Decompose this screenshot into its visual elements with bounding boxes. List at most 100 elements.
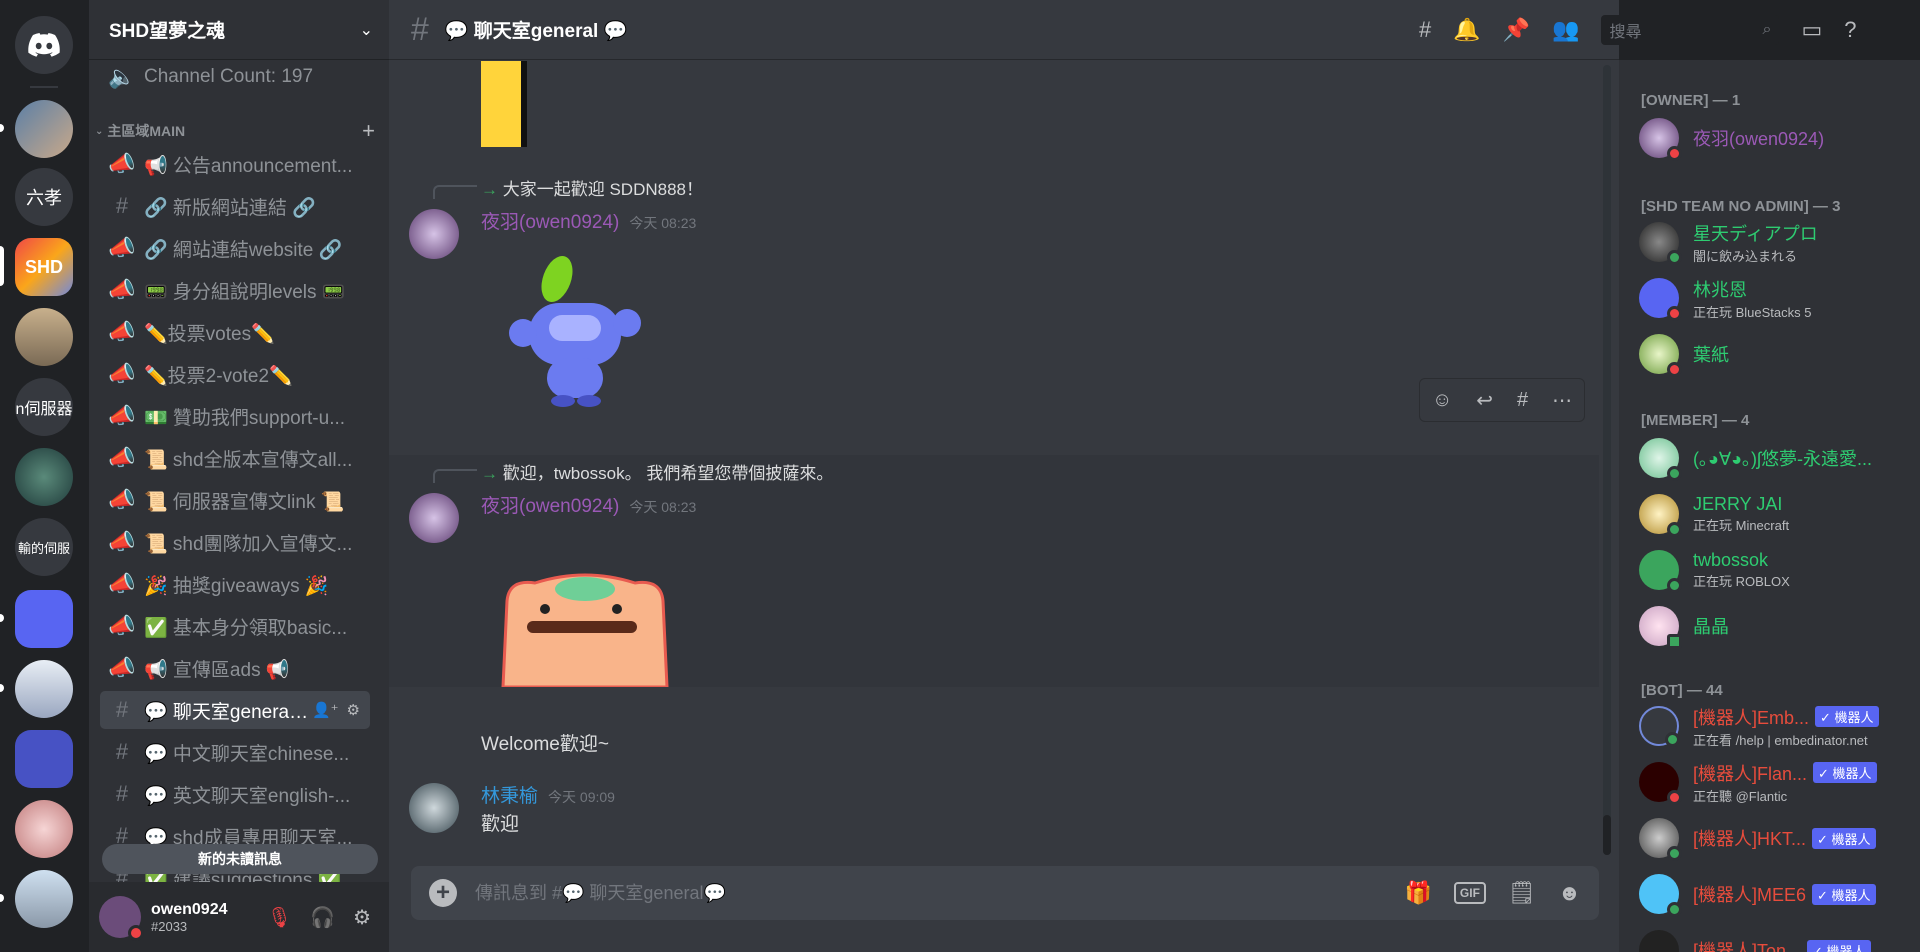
discord-home-button[interactable] bbox=[15, 16, 73, 74]
server-icon[interactable] bbox=[15, 660, 73, 718]
avatar bbox=[1639, 438, 1682, 481]
channel-item[interactable]: 📣 📜 shd全版本宣傳文all... bbox=[100, 439, 370, 477]
channel-item[interactable]: # 💬 英文聊天室english-... bbox=[100, 775, 370, 813]
channel-count-voice[interactable]: 🔈 Channel Count: 197 bbox=[100, 60, 370, 96]
channel-item[interactable]: # 🔗 新版網站連結 🔗 bbox=[100, 187, 370, 225]
announcement-icon: 📣 bbox=[108, 571, 136, 596]
server-icon[interactable]: 輸的伺服 bbox=[15, 518, 73, 576]
message-author[interactable]: 夜羽(owen0924) bbox=[481, 207, 619, 234]
chevron-icon: ⌄ bbox=[95, 125, 104, 137]
server-icon[interactable] bbox=[15, 800, 73, 858]
member-item[interactable]: [機器人]Ton... ✓ 機器人 bbox=[1639, 926, 1909, 952]
member-item[interactable]: 林兆恩 正在玩 BlueStacks 5 bbox=[1639, 274, 1909, 322]
channel-item[interactable]: 📣 📟 身分組說明levels 📟 bbox=[100, 271, 370, 309]
member-item[interactable]: 葉紙 bbox=[1639, 330, 1909, 378]
scrollbar-thumb[interactable] bbox=[1603, 815, 1611, 855]
help-icon[interactable]: ? bbox=[1844, 17, 1856, 43]
headphones-icon[interactable]: 🎧 bbox=[310, 905, 335, 930]
message-timestamp: 今天 09:09 bbox=[548, 789, 615, 805]
channel-item[interactable]: 📣 🎉 抽獎giveaways 🎉 bbox=[100, 565, 370, 603]
server-icon-shd[interactable]: SHD bbox=[15, 238, 73, 296]
channel-item[interactable]: 📣 📜 shd團隊加入宣傳文... bbox=[100, 523, 370, 561]
avatar[interactable] bbox=[409, 493, 459, 543]
sticker-peach bbox=[499, 571, 671, 689]
avatar bbox=[1639, 278, 1682, 321]
bell-icon[interactable]: 🔔 bbox=[1453, 17, 1480, 43]
inbox-icon[interactable]: ▭ bbox=[1801, 17, 1822, 43]
channel-item[interactable]: 📣 ✏️投票votes✏️ bbox=[100, 313, 370, 351]
channel-item-selected[interactable]: # 💬 聊天室general 💬 👤⁺ ⚙ bbox=[100, 691, 370, 729]
server-icon[interactable]: 六孝 bbox=[15, 168, 73, 226]
message-text: Welcome歡迎~ bbox=[481, 734, 609, 755]
member-item[interactable]: (｡◕∀◕｡)ʃ悠夢-永遠愛... bbox=[1639, 434, 1909, 482]
gift-icon[interactable]: 🎁 bbox=[1405, 880, 1432, 906]
member-list: [OWNER] — 1 夜羽(owen0924) [SHD TEAM NO AD… bbox=[1619, 60, 1920, 952]
add-reaction-icon[interactable]: ☺ bbox=[1432, 389, 1452, 412]
avatar[interactable] bbox=[409, 209, 459, 259]
thread-icon[interactable]: # bbox=[1517, 389, 1528, 412]
add-attachment-icon[interactable]: + bbox=[429, 879, 457, 907]
member-item[interactable]: 星天ディアプロ 闇に飲み込まれる bbox=[1639, 218, 1909, 266]
more-icon[interactable]: ⋯ bbox=[1552, 388, 1572, 413]
discord-app: 六孝 SHD n伺服器 輸的伺服 SHD望夢之魂 ⌄ 🔈 Channel Cou… bbox=[0, 0, 1920, 952]
server-folder[interactable] bbox=[15, 590, 73, 648]
channel-item[interactable]: 📣 📢 公告announcement... bbox=[100, 145, 370, 183]
message-author[interactable]: 夜羽(owen0924) bbox=[481, 491, 619, 518]
avatar[interactable] bbox=[99, 896, 144, 941]
avatar bbox=[1639, 494, 1682, 537]
scrollbar[interactable] bbox=[1603, 65, 1611, 855]
rail-separator bbox=[30, 86, 58, 88]
system-reply: → 大家一起歡迎 SDDN888！ bbox=[481, 180, 703, 199]
channel-item[interactable]: 📣 🔗 網站連結website 🔗 bbox=[100, 229, 370, 267]
new-unread-button[interactable]: 新的未讀訊息 bbox=[102, 844, 378, 874]
category-main[interactable]: ⌄ 主區域MAIN + bbox=[95, 118, 375, 144]
avatar[interactable] bbox=[409, 783, 459, 833]
member-item[interactable]: 晶晶 bbox=[1639, 602, 1909, 650]
message-author[interactable]: 林秉榆 bbox=[481, 781, 538, 808]
reply-icon[interactable]: ↩ bbox=[1476, 388, 1493, 413]
gif-button[interactable]: GIF bbox=[1453, 882, 1486, 904]
channel-item[interactable]: # 💬 中文聊天室chinese... bbox=[100, 733, 370, 771]
gear-icon[interactable]: ⚙ bbox=[353, 905, 371, 930]
channel-item[interactable]: 📣 📜 伺服器宣傳文link 📜 bbox=[100, 481, 370, 519]
user-panel: owen0924 #2033 🎙 🎧 ⚙ bbox=[89, 882, 389, 952]
message-list: → 大家一起歡迎 SDDN888！ 夜羽(owen0924) 今天 08:23 bbox=[389, 61, 1619, 861]
member-item[interactable]: JERRY JAI 正在玩 Minecraft bbox=[1639, 490, 1909, 538]
mic-muted-icon[interactable]: 🎙 bbox=[267, 905, 292, 930]
channel-item[interactable]: 📣 📢 宣傳區ads 📢 bbox=[100, 649, 370, 687]
channel-item[interactable]: 📣 ✅ 基本身分領取basic... bbox=[100, 607, 370, 645]
emoji-icon[interactable]: ☻ bbox=[1558, 880, 1581, 906]
member-item[interactable]: [機器人]Flan... ✓ 機器人 正在聽 @Flantic bbox=[1639, 758, 1909, 806]
announcement-icon: 📣 bbox=[108, 613, 136, 638]
search-input[interactable]: 搜尋 ⌕ bbox=[1601, 15, 1780, 45]
channel-item[interactable]: 📣 💵 贊助我們support-u... bbox=[100, 397, 370, 435]
announcement-icon: 📣 bbox=[108, 361, 136, 386]
unread-pill-indicator bbox=[0, 894, 4, 902]
pin-icon[interactable]: 📌 bbox=[1503, 17, 1530, 43]
invite-icon[interactable]: 👤⁺ bbox=[312, 701, 339, 719]
server-icon[interactable]: n伺服器 bbox=[15, 378, 73, 436]
server-icon[interactable] bbox=[15, 448, 73, 506]
member-list-icon[interactable]: 👥 bbox=[1552, 17, 1579, 43]
add-channel-icon[interactable]: + bbox=[362, 118, 375, 144]
message-timestamp: 今天 08:23 bbox=[629, 215, 697, 231]
channel-item[interactable]: 📣 ✏️投票2-vote2✏️ bbox=[100, 355, 370, 393]
server-icon[interactable] bbox=[15, 870, 73, 928]
server-icon[interactable] bbox=[15, 308, 73, 366]
gear-icon[interactable]: ⚙ bbox=[347, 701, 360, 719]
guild-header[interactable]: SHD望夢之魂 ⌄ bbox=[89, 0, 389, 60]
dnd-status-icon bbox=[1667, 146, 1682, 161]
member-item[interactable]: twbossok 正在玩 ROBLOX bbox=[1639, 546, 1909, 594]
online-status-icon bbox=[1667, 522, 1682, 537]
member-item[interactable]: [機器人]HKT... ✓ 機器人 bbox=[1639, 814, 1909, 862]
server-icon[interactable] bbox=[15, 100, 73, 158]
message-input[interactable] bbox=[475, 882, 1405, 904]
sticker-icon[interactable]: 🗒 bbox=[1508, 880, 1536, 906]
threads-icon[interactable]: # bbox=[1419, 17, 1431, 43]
member-item[interactable]: [機器人]Emb... ✓ 機器人 正在看 /help | embedinator.… bbox=[1639, 702, 1909, 750]
server-folder[interactable] bbox=[15, 730, 73, 788]
online-status-icon bbox=[1667, 902, 1682, 917]
channel-sidebar: SHD望夢之魂 ⌄ 🔈 Channel Count: 197 ⌄ 主區域MAIN… bbox=[89, 0, 389, 952]
member-item[interactable]: 夜羽(owen0924) bbox=[1639, 114, 1909, 162]
member-item[interactable]: [機器人]MEE6 ✓ 機器人 bbox=[1639, 870, 1909, 918]
